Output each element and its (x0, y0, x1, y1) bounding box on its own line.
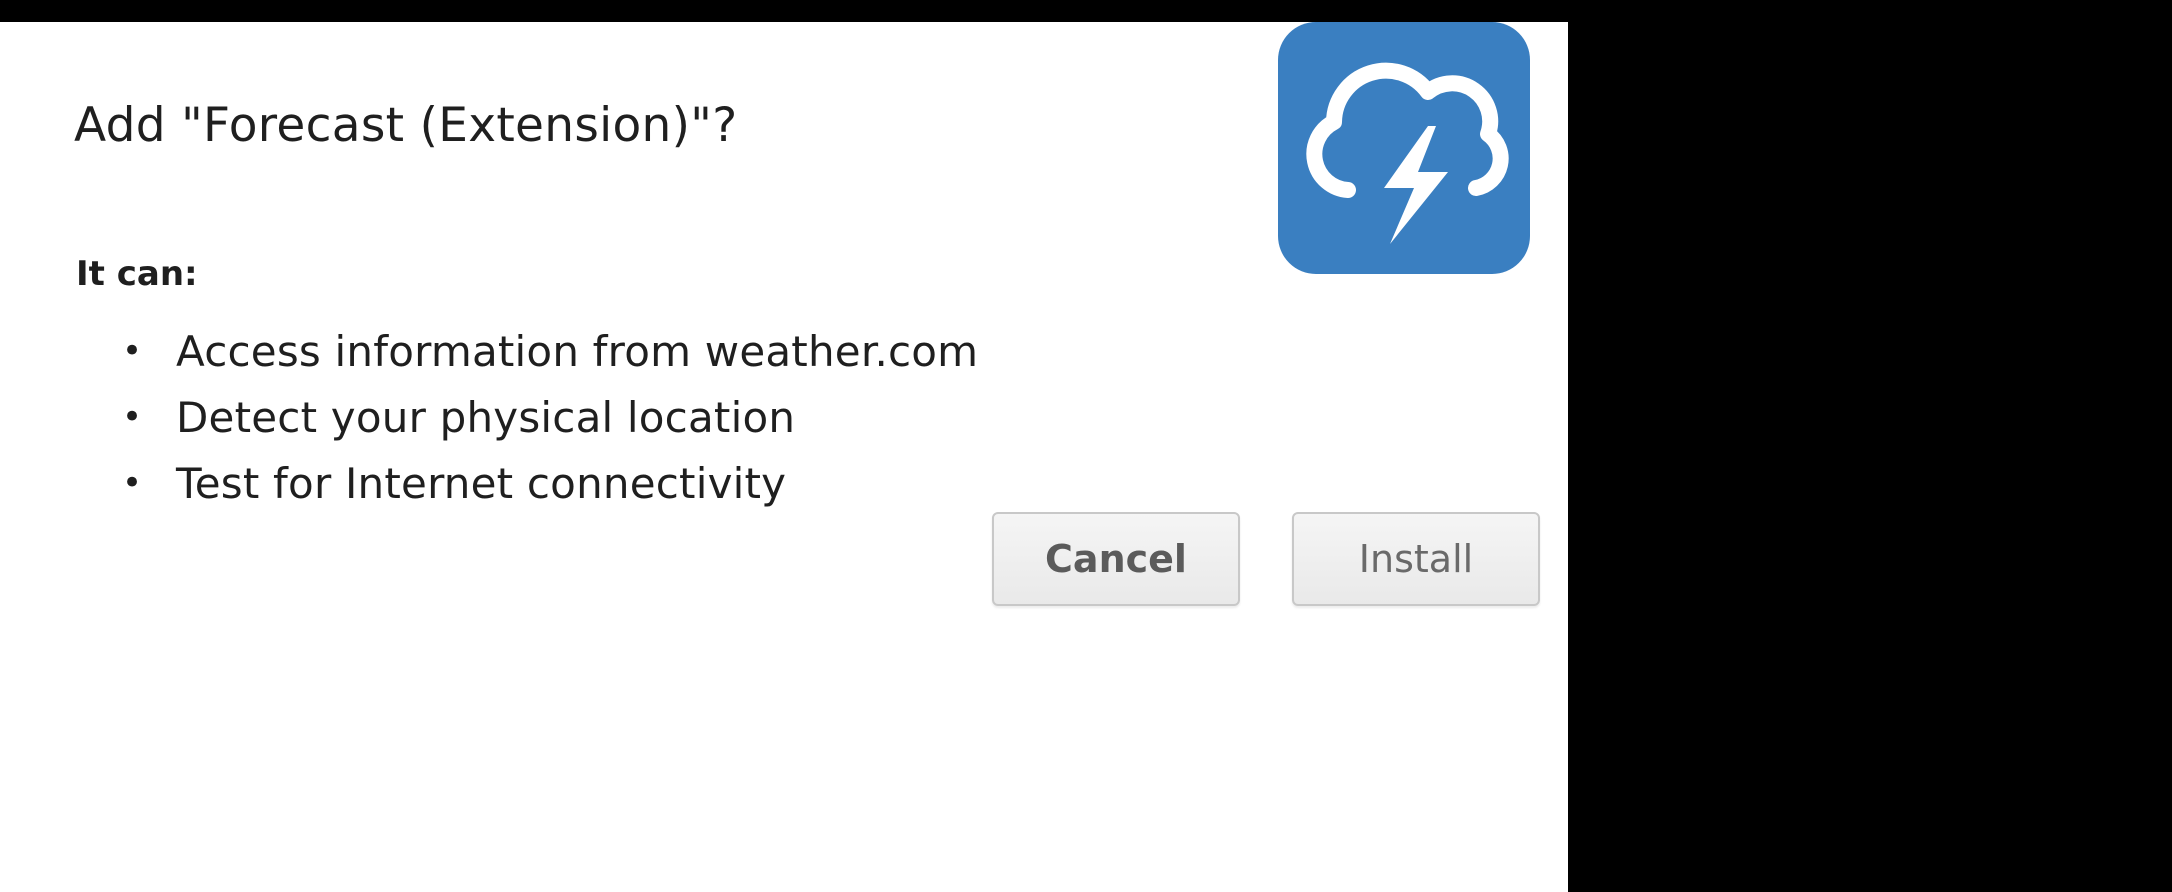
permission-text: Test for Internet connectivity (176, 458, 787, 508)
permission-text: Access information from weather.com (176, 326, 979, 376)
permissions-heading: It can: (76, 254, 198, 294)
permissions-list: • Access information from weather.com • … (118, 318, 978, 516)
cancel-button[interactable]: Cancel (992, 512, 1240, 606)
dialog-title: Add "Forecast (Extension)"? (74, 98, 738, 153)
bullet: • (122, 331, 143, 371)
permission-text: Detect your physical location (176, 392, 796, 442)
bullet: • (122, 397, 143, 437)
bullet: • (122, 463, 143, 503)
cloud-lightning-icon (1278, 22, 1530, 274)
install-extension-dialog: Add "Forecast (Extension)"? It can: • Ac… (0, 22, 1568, 892)
install-button[interactable]: Install (1292, 512, 1540, 606)
permission-item: • Detect your physical location (118, 384, 978, 450)
permission-item: • Access information from weather.com (118, 318, 978, 384)
permission-item: • Test for Internet connectivity (118, 450, 978, 516)
